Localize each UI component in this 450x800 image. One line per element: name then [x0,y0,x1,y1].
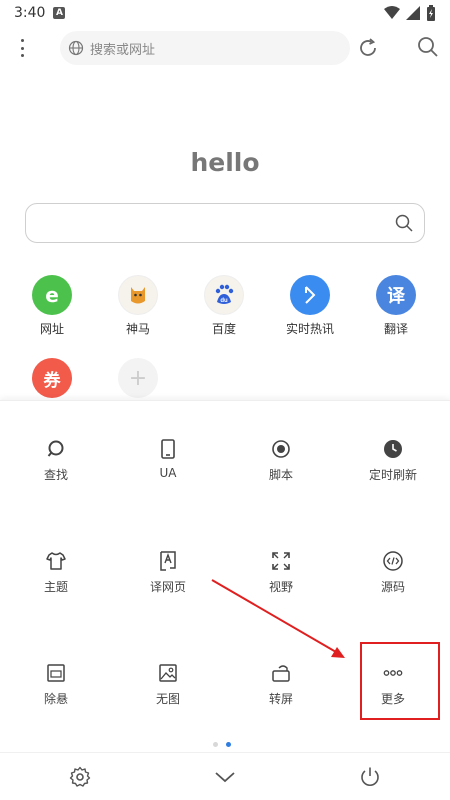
shortcut-label: 实时热讯 [285,322,334,336]
menu-item-label: 源码 [380,580,405,594]
search-icon [47,440,64,457]
menu-item-rotate[interactable]: 转屏 [231,662,331,707]
status-bar: 3:40 A [0,0,450,26]
battery-icon [427,5,435,21]
menu-item-label: 定时刷新 [368,468,417,482]
page-dot[interactable] [213,742,218,747]
address-placeholder: 搜索或网址 [90,42,156,58]
menu-item-label: 主题 [43,580,68,594]
chevron-down-icon[interactable] [213,765,237,789]
clock-icon [384,440,402,458]
search-icon[interactable] [416,35,440,59]
signal-icon [406,6,420,20]
tshirt-icon [46,552,66,570]
power-icon[interactable] [358,765,382,789]
baidu-icon: du [204,275,244,315]
home-search-input[interactable] [25,203,425,243]
refresh-icon[interactable] [356,36,380,60]
shortcut-label: 百度 [211,322,236,336]
highlight-box [360,642,440,720]
shortcut-label: 神马 [125,322,150,336]
page-dot-active[interactable] [226,742,231,747]
menu-item-label: 无图 [155,692,180,706]
shortcut-label: 翻译 [383,322,408,336]
image-icon [159,664,177,682]
menu-item-label: 除悬 [43,692,68,706]
menu-item-timed-refresh[interactable]: 定时刷新 [343,438,443,483]
shortcut-add[interactable]: + [98,358,178,398]
menu-item-script[interactable]: 脚本 [231,438,331,483]
rotate-icon [272,665,290,682]
status-right [384,5,436,21]
menu-item-label: UA [159,466,177,480]
translate-icon: 译 [376,275,416,315]
globe-icon [68,40,84,56]
bottom-bar [0,752,450,800]
status-time: 3:40 [14,5,46,21]
menu-item-find[interactable]: 查找 [6,438,106,483]
notification-app-icon: A [53,7,66,19]
shenma-icon [118,275,158,315]
menu-item-source[interactable]: 源码 [343,550,443,595]
remove-float-icon [47,664,65,682]
hot-news-icon [290,275,330,315]
top-bar: 搜索或网址 [0,28,450,68]
menu-item-remove-float[interactable]: 除悬 [6,662,106,707]
menu-item-no-image[interactable]: 无图 [118,662,218,707]
menu-item-label: 视野 [268,580,293,594]
coupon-icon: 券 [32,358,72,398]
page-indicator [213,742,231,747]
record-icon [272,440,290,458]
shortcut-hot-news[interactable]: 实时热讯 [270,275,350,337]
menu-item-label: 转屏 [268,692,293,706]
add-icon: + [118,358,158,398]
menu-item-label: 脚本 [268,468,293,482]
shortcut-baidu[interactable]: du 百度 [184,275,264,337]
translate-page-icon [160,551,176,571]
menu-item-translate-page[interactable]: 译网页 [118,550,218,595]
status-left: 3:40 A [14,5,66,21]
menu-item-theme[interactable]: 主题 [6,550,106,595]
gear-icon[interactable] [68,765,92,789]
search-icon[interactable] [394,213,414,233]
menu-item-view[interactable]: 视野 [231,550,331,595]
shortcut-coupon[interactable]: 券 [12,358,92,398]
wifi-icon [384,6,400,19]
shortcut-wangzhi[interactable]: e 网址 [12,275,92,337]
shortcut-translate[interactable]: 译 翻译 [356,275,436,337]
menu-item-label: 译网页 [149,580,186,594]
shortcut-shenma[interactable]: 神马 [98,275,178,337]
address-bar[interactable]: 搜索或网址 [60,31,350,65]
baidu-glyph: du [220,298,228,304]
shortcut-label: 网址 [39,322,64,336]
code-icon [383,551,403,571]
home-title: hello [190,148,260,177]
phone-icon [161,439,175,459]
wangzhi-icon: e [32,275,72,315]
menu-dots-icon[interactable] [12,36,32,60]
menu-item-label: 查找 [43,468,68,482]
expand-icon [272,552,290,570]
menu-item-ua[interactable]: UA [118,438,218,480]
